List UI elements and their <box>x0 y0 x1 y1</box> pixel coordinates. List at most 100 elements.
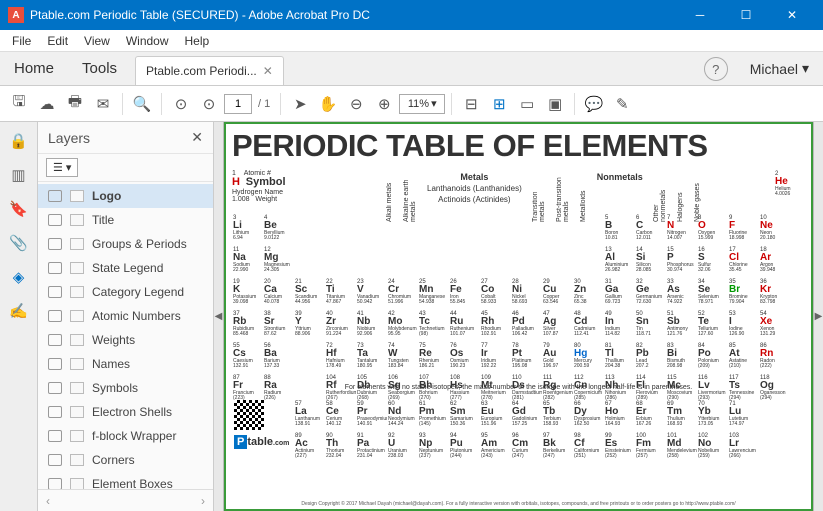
layer-item[interactable]: Names <box>38 352 213 376</box>
visibility-icon[interactable] <box>48 310 62 322</box>
maximize-button[interactable]: ☐ <box>723 0 769 30</box>
element-cell: 68ErErbium167.26 <box>635 400 666 432</box>
cloud-icon[interactable]: ☁ <box>34 91 60 117</box>
visibility-icon[interactable] <box>48 334 62 346</box>
visibility-icon[interactable] <box>48 262 62 274</box>
page-down-icon[interactable]: ⊙ <box>196 91 222 117</box>
attachments-icon[interactable]: 📎 <box>8 232 30 254</box>
menu-window[interactable]: Window <box>118 32 177 50</box>
read-mode-icon[interactable]: ▣ <box>542 91 568 117</box>
menu-view[interactable]: View <box>76 32 118 50</box>
menu-file[interactable]: File <box>4 32 39 50</box>
zoom-in-icon[interactable]: ⊕ <box>371 91 397 117</box>
save-icon[interactable]: 🖫 <box>6 91 32 117</box>
element-cell: 24CrChromium51.996 <box>387 278 418 310</box>
view-mode-icon[interactable]: ▭ <box>514 91 540 117</box>
panel-close-icon[interactable]: ✕ <box>191 129 203 146</box>
visibility-icon[interactable] <box>48 238 62 250</box>
thumbnails-icon[interactable]: ▥ <box>8 164 30 186</box>
menu-help[interactable]: Help <box>177 32 218 50</box>
element-cell: 91PaProtactinium231.04 <box>356 432 387 464</box>
page-up-icon[interactable]: ⊙ <box>168 91 194 117</box>
layer-item[interactable]: State Legend <box>38 256 213 280</box>
layer-item[interactable]: f-block Wrapper <box>38 424 213 448</box>
layer-label: Groups & Periods <box>92 237 187 251</box>
visibility-icon[interactable] <box>48 286 62 298</box>
layer-item[interactable]: Weights <box>38 328 213 352</box>
visibility-icon[interactable] <box>48 358 62 370</box>
element-cell: 102NoNobelium(259) <box>697 432 728 464</box>
layer-item[interactable]: Title <box>38 208 213 232</box>
help-button[interactable]: ? <box>704 57 728 81</box>
layer-label: Names <box>92 357 130 371</box>
comment-icon[interactable]: 💬 <box>581 91 607 117</box>
element-cell: 62SmSamarium150.36 <box>449 400 480 432</box>
collapse-right-icon[interactable]: ▶ <box>813 122 823 511</box>
element-legend: 1 Atomic # H Symbol Hydrogen Name 1.008 … <box>232 170 286 204</box>
highlight-icon[interactable]: ✎ <box>609 91 635 117</box>
tab-document[interactable]: Ptable.com Periodi... ✕ <box>135 56 284 85</box>
tab-close-icon[interactable]: ✕ <box>263 64 273 78</box>
visibility-icon[interactable] <box>48 190 62 202</box>
bookmarks-icon[interactable]: 🔖 <box>8 198 30 220</box>
visibility-icon[interactable] <box>48 430 62 442</box>
layer-item[interactable]: Symbols <box>38 376 213 400</box>
lock-icon[interactable]: 🔒 <box>8 130 30 152</box>
close-button[interactable]: ✕ <box>769 0 815 30</box>
visibility-icon[interactable] <box>48 406 62 418</box>
fit-page-icon[interactable]: ⊞ <box>486 91 512 117</box>
visibility-icon[interactable] <box>48 382 62 394</box>
element-cell: 25MnManganese54.938 <box>418 278 449 310</box>
layer-item[interactable]: Electron Shells <box>38 400 213 424</box>
tab-home[interactable]: Home <box>0 52 68 85</box>
element-cell: 46PdPalladium106.42 <box>511 310 542 342</box>
element-cell: 94PuPlutonium(244) <box>449 432 480 464</box>
copyright-footer: Design Copyright © 2017 Michael Dayah (m… <box>226 501 811 507</box>
collapse-left-icon[interactable]: ◀ <box>214 122 224 511</box>
layers-icon[interactable]: ◈ <box>8 266 30 288</box>
zoom-out-icon[interactable]: ⊖ <box>343 91 369 117</box>
chevron-right-icon[interactable]: › <box>201 494 205 508</box>
element-cell: 8OOxygen15.999 <box>697 214 728 246</box>
layer-item[interactable]: Category Legend <box>38 280 213 304</box>
user-menu[interactable]: Michael ▾ <box>736 52 823 85</box>
chevron-left-icon[interactable]: ‹ <box>46 494 50 508</box>
element-cell: 58CeCerium140.12 <box>325 400 356 432</box>
element-cell: 3LiLithium6.94 <box>232 214 263 246</box>
hand-tool-icon[interactable]: ✋ <box>315 91 341 117</box>
tab-tools[interactable]: Tools <box>68 52 131 85</box>
signatures-icon[interactable]: ✍ <box>8 300 30 322</box>
layer-item[interactable]: Groups & Periods <box>38 232 213 256</box>
page-number-input[interactable] <box>224 94 252 114</box>
menu-edit[interactable]: Edit <box>39 32 76 50</box>
layer-item[interactable]: Element Boxes <box>38 472 213 489</box>
element-cell: 47AgSilver107.87 <box>542 310 573 342</box>
fit-width-icon[interactable]: ⊟ <box>458 91 484 117</box>
layer-item[interactable]: Corners <box>38 448 213 472</box>
layers-options-button[interactable]: ☰ ▾ <box>46 158 78 177</box>
layer-item[interactable]: Logo <box>38 184 213 208</box>
layer-label: Atomic Numbers <box>92 309 181 323</box>
element-cell: 53IIodine126.90 <box>728 310 759 342</box>
visibility-icon[interactable] <box>48 454 62 466</box>
element-cell: 28NiNickel58.693 <box>511 278 542 310</box>
element-cell: 16SSulfur32.06 <box>697 246 728 278</box>
mail-icon[interactable]: ✉ <box>90 91 116 117</box>
toolbar: 🖫 ☁ 🖶 ✉ 🔍 ⊙ ⊙ / 1 ➤ ✋ ⊖ ⊕ 11%▾ ⊟ ⊞ ▭ ▣ 💬… <box>0 86 823 122</box>
visibility-icon[interactable] <box>48 214 62 226</box>
element-cell: 29CuCopper63.546 <box>542 278 573 310</box>
element-cell: 54XeXenon131.29 <box>759 310 790 342</box>
element-cell: 36KrKrypton83.798 <box>759 278 790 310</box>
layer-item[interactable]: Atomic Numbers <box>38 304 213 328</box>
element-cell: 6CCarbon12.011 <box>635 214 666 246</box>
layer-label: Element Boxes <box>92 477 173 489</box>
element-cell: 12MgMagnesium24.305 <box>263 246 294 278</box>
print-icon[interactable]: 🖶 <box>62 91 88 117</box>
layers-footer: ‹ › <box>38 489 213 511</box>
zoom-level-select[interactable]: 11%▾ <box>399 94 445 114</box>
visibility-icon[interactable] <box>48 478 62 489</box>
search-icon[interactable]: 🔍 <box>129 91 155 117</box>
minimize-button[interactable]: ─ <box>677 0 723 30</box>
select-tool-icon[interactable]: ➤ <box>287 91 313 117</box>
element-cell: 49InIndium114.82 <box>604 310 635 342</box>
